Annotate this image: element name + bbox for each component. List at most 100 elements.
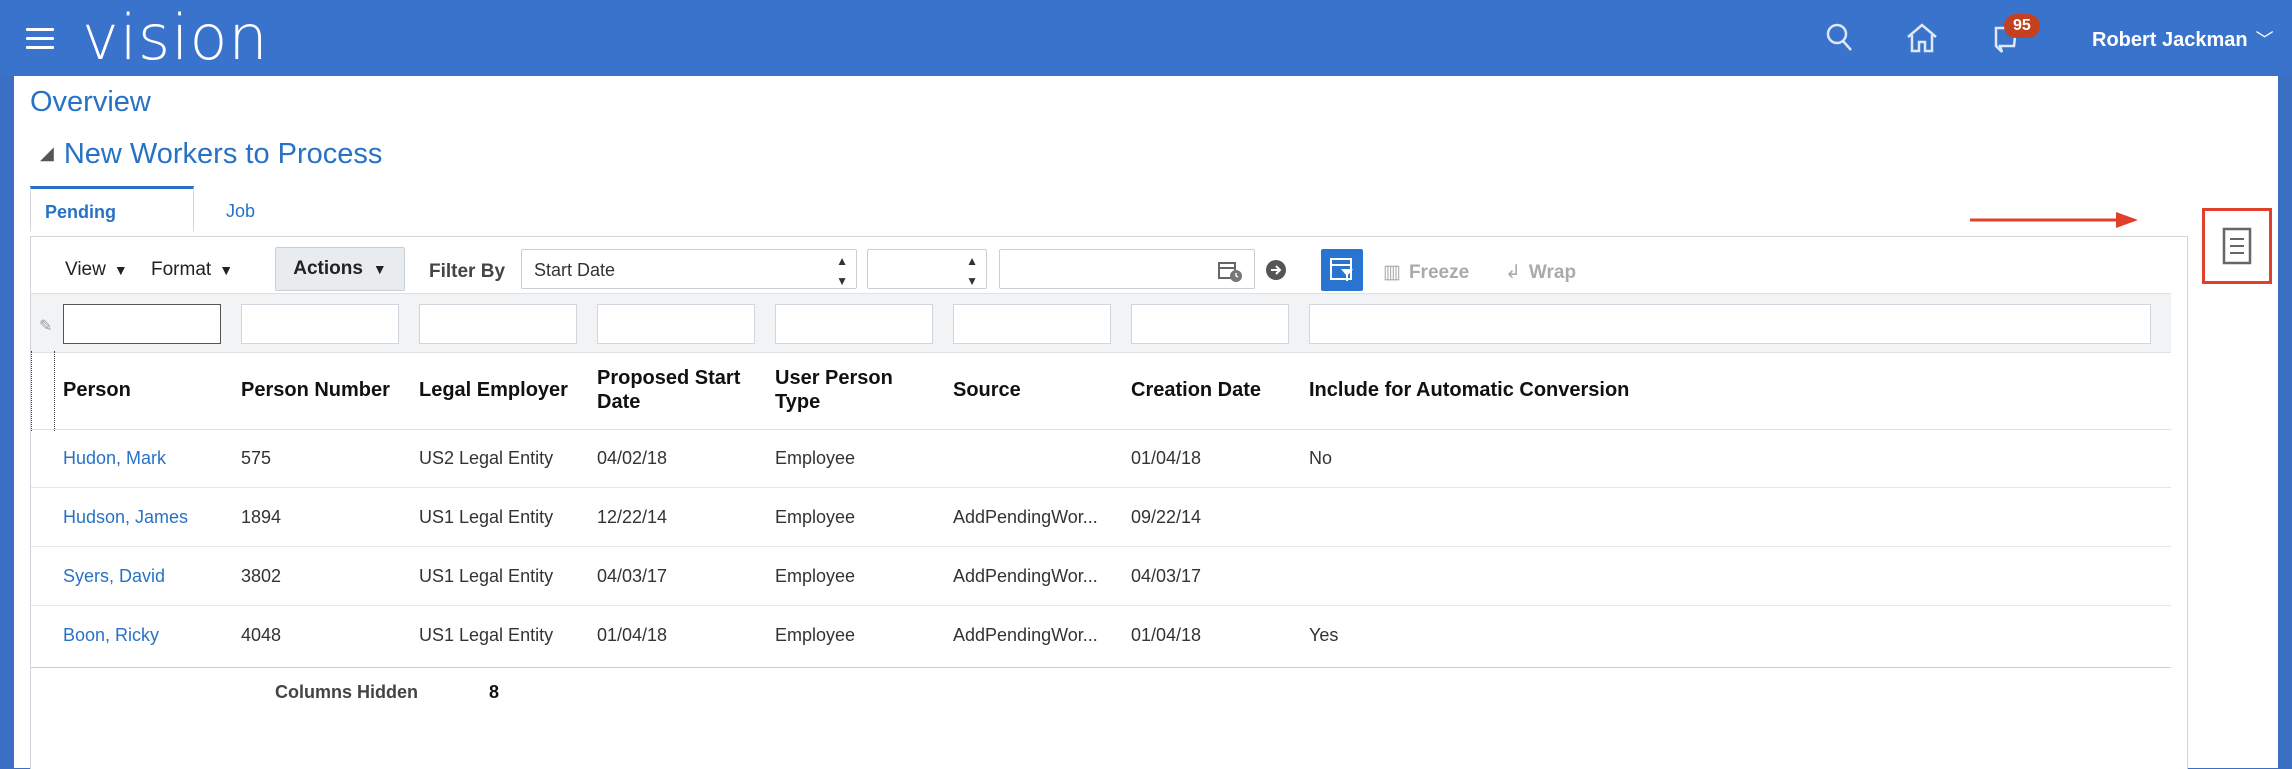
select-arrows-icon: ▲ ▼ — [966, 254, 978, 288]
tab-pending-workers[interactable]: Pending Workers — [30, 186, 194, 268]
menu-icon[interactable] — [26, 28, 54, 50]
filter-creation-date-input[interactable] — [1131, 304, 1289, 344]
filter-person-number-input[interactable] — [241, 304, 399, 344]
columns-hidden-count: 8 — [489, 682, 500, 702]
wrap-icon: ↲ — [1505, 262, 1521, 283]
person-number-cell: 4048 — [241, 625, 282, 645]
auto-conversion-cell — [1309, 547, 1609, 605]
section-header[interactable]: ◢ New Workers to Process — [40, 138, 382, 171]
source-cell: AddPendingWor... — [953, 566, 1098, 586]
creation-date-cell: 01/04/18 — [1131, 448, 1202, 468]
start-date-cell: 01/04/18 — [597, 625, 668, 645]
creation-date-cell: 09/22/14 — [1131, 507, 1202, 527]
person-number-cell: 3802 — [241, 566, 282, 586]
caret-down-icon: ▼ — [219, 262, 234, 278]
document-icon — [2222, 227, 2252, 265]
actions-button[interactable]: Actions ▼ — [275, 247, 405, 291]
start-date-cell: 12/22/14 — [597, 507, 668, 527]
section-title: New Workers to Process — [63, 138, 383, 170]
caret-down-icon: ▼ — [372, 261, 387, 277]
filter-legal-employer-input[interactable] — [419, 304, 577, 344]
format-menu[interactable]: Format ▼ — [151, 259, 233, 281]
tab-job-offers[interactable]: Job Offers — [226, 186, 275, 271]
app-logo[interactable]: vision — [82, 2, 269, 74]
source-cell: AddPendingWor... — [953, 507, 1098, 527]
start-date-cell: 04/02/18 — [597, 448, 668, 468]
person-number-cell: 1894 — [241, 507, 282, 527]
table-row[interactable]: Syers, David 3802 US1 Legal Entity 04/03… — [31, 547, 2171, 606]
global-header: vision 95 Robert Jackman ﹀ — [0, 0, 2292, 76]
search-icon[interactable] — [1822, 20, 1858, 56]
person-link[interactable]: Hudon, Mark — [63, 429, 233, 487]
table-header: Person Person Number Legal Employer Prop… — [31, 351, 2171, 430]
user-name: Robert Jackman — [2092, 29, 2248, 51]
notification-count-badge[interactable]: 95 — [2004, 14, 2040, 38]
legal-employer-cell: US1 Legal Entity — [419, 566, 554, 586]
person-type-cell: Employee — [775, 507, 856, 527]
filter-field-value: Start Date — [534, 260, 616, 280]
wrap-button[interactable]: ↲ Wrap — [1505, 261, 1576, 284]
creation-date-cell: 01/04/18 — [1131, 625, 1202, 645]
column-filter-row: ✎ — [31, 293, 2171, 353]
column-header-proposed-start-date[interactable]: Proposed Start Date — [597, 351, 757, 429]
person-type-cell: Employee — [775, 448, 856, 468]
table-row[interactable]: Boon, Ricky 4048 US1 Legal Entity 01/04/… — [31, 606, 2171, 664]
table-panel: View ▼ Format ▼ Actions ▼ Filter By Start D… — [30, 236, 2188, 769]
caret-down-icon: ▼ — [113, 262, 128, 278]
auto-conversion-cell: No — [1309, 448, 1333, 468]
person-link[interactable]: Syers, David — [63, 547, 233, 605]
column-header-source[interactable]: Source — [953, 351, 1113, 429]
column-header-creation-date[interactable]: Creation Date — [1131, 351, 1307, 429]
person-link[interactable]: Hudson, James — [63, 488, 233, 546]
filter-source-input[interactable] — [953, 304, 1111, 344]
column-header-person-number[interactable]: Person Number — [241, 351, 417, 429]
column-header-user-person-type[interactable]: User Person Type — [775, 351, 935, 429]
filter-auto-conversion-input[interactable] — [1309, 304, 2151, 344]
home-icon[interactable] — [1904, 20, 1940, 56]
auto-conversion-cell: Yes — [1309, 625, 1339, 645]
legal-employer-cell: US1 Legal Entity — [419, 507, 554, 527]
columns-hidden-label: Columns Hidden — [275, 682, 418, 702]
filter-field-select[interactable]: Start Date ▲ ▼ — [521, 249, 857, 289]
filter-table-icon — [1330, 258, 1353, 281]
view-menu[interactable]: View ▼ — [65, 259, 128, 281]
pencil-icon: ✎ — [39, 318, 53, 335]
person-type-cell: Employee — [775, 625, 856, 645]
format-label: Format — [151, 259, 212, 280]
annotation-arrow-icon — [1970, 212, 2138, 228]
view-label: View — [65, 259, 106, 280]
person-link[interactable]: Boon, Ricky — [63, 606, 233, 664]
freeze-icon: ▥ — [1383, 262, 1401, 283]
column-header-person[interactable]: Person — [63, 351, 223, 429]
wrap-label: Wrap — [1528, 262, 1577, 283]
column-header-legal-employer[interactable]: Legal Employer — [419, 351, 595, 429]
legal-employer-cell: US2 Legal Entity — [419, 448, 554, 468]
filter-by-label: Filter By — [429, 261, 506, 282]
creation-date-cell: 04/03/17 — [1131, 566, 1202, 586]
user-menu[interactable]: Robert Jackman ﹀ — [2092, 26, 2274, 52]
freeze-button[interactable]: ▥ Freeze — [1383, 261, 1469, 284]
select-arrows-icon: ▲ ▼ — [836, 254, 848, 288]
filter-user-person-type-input[interactable] — [775, 304, 933, 344]
collapse-triangle-icon[interactable]: ◢ — [40, 143, 54, 163]
filter-person-input[interactable] — [63, 304, 221, 344]
calendar-icon[interactable] — [1217, 259, 1243, 283]
query-by-example-button[interactable] — [1321, 249, 1363, 291]
page-title: Overview — [30, 86, 151, 118]
source-cell — [953, 429, 1123, 487]
table-footer: Columns Hidden 8 — [31, 667, 2171, 724]
table-row[interactable]: Hudon, Mark 575 US2 Legal Entity 04/02/1… — [31, 429, 2171, 488]
side-panel-button[interactable] — [2202, 208, 2272, 284]
person-number-cell: 575 — [241, 448, 272, 468]
table-row[interactable]: Hudson, James 1894 US1 Legal Entity 12/2… — [31, 488, 2171, 547]
legal-employer-cell: US1 Legal Entity — [419, 625, 554, 645]
start-date-cell: 04/03/17 — [597, 566, 668, 586]
chevron-down-icon: ﹀ — [2255, 30, 2274, 50]
source-cell: AddPendingWor... — [953, 625, 1098, 645]
filter-start-date-input[interactable] — [597, 304, 755, 344]
column-header-auto-conversion[interactable]: Include for Automatic Conversion — [1309, 351, 1909, 429]
go-arrow-icon[interactable] — [1265, 259, 1287, 281]
operator-select[interactable]: ▲ ▼ — [867, 249, 987, 289]
person-type-cell: Employee — [775, 566, 856, 586]
auto-conversion-cell — [1309, 488, 1609, 546]
